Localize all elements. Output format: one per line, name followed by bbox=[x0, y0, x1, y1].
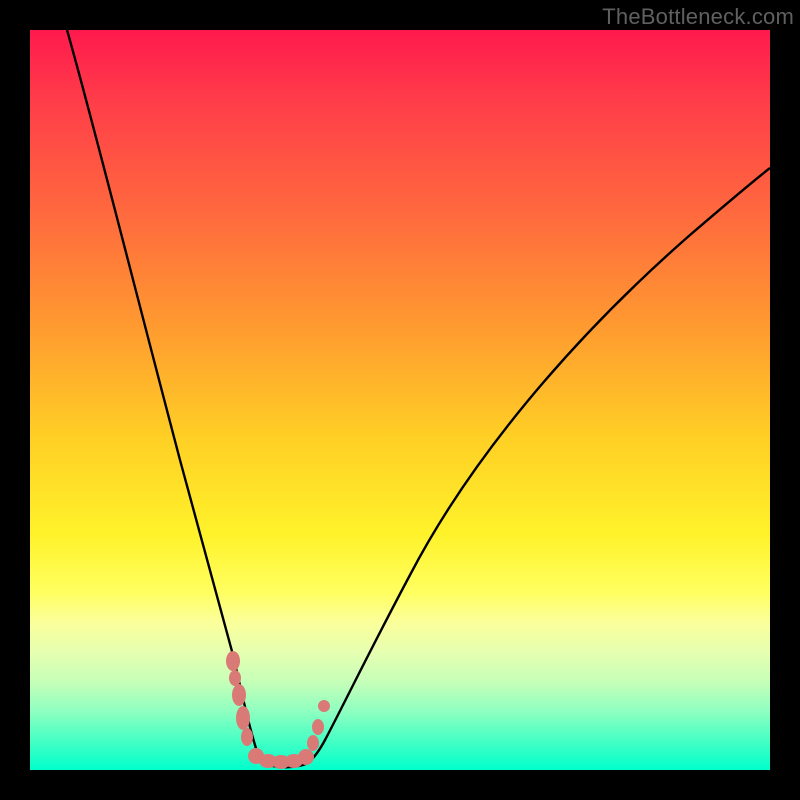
right-marker-cluster bbox=[307, 700, 330, 751]
chart-frame: TheBottleneck.com bbox=[0, 0, 800, 800]
left-marker-cluster bbox=[226, 651, 253, 746]
bottleneck-curve bbox=[67, 30, 770, 767]
watermark-text: TheBottleneck.com bbox=[602, 4, 794, 30]
plot-area bbox=[30, 30, 770, 770]
curve-layer bbox=[30, 30, 770, 770]
